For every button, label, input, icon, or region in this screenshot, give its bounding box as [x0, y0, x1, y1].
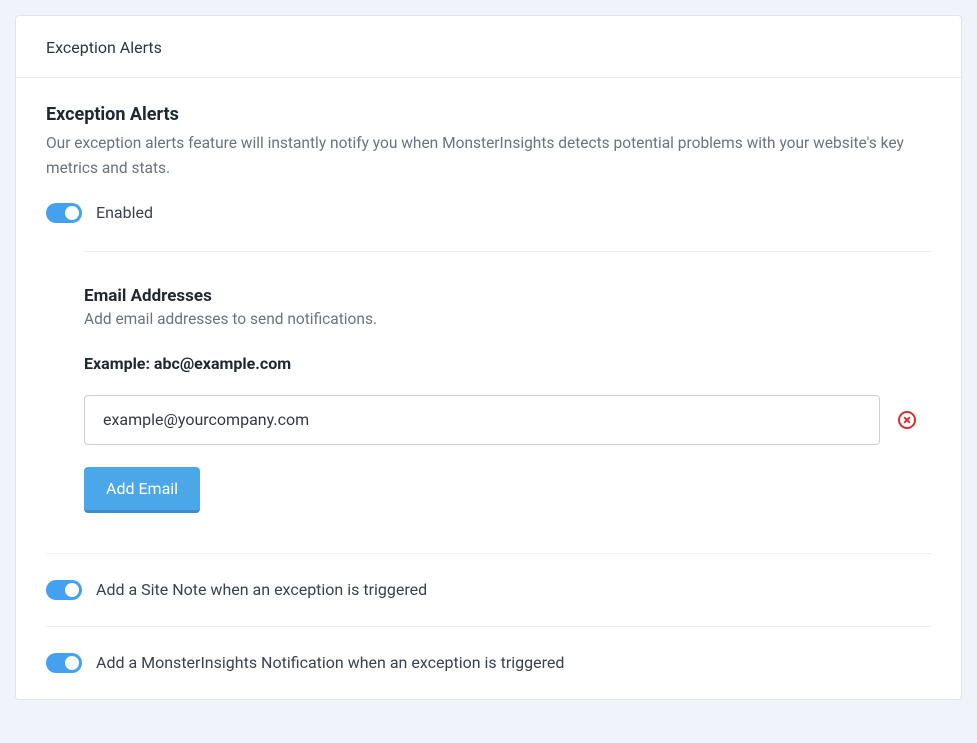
toggle-knob: [65, 583, 79, 597]
email-section-desc: Add email addresses to send notification…: [84, 310, 931, 328]
email-section-title: Email Addresses: [84, 286, 931, 306]
remove-email-button[interactable]: [898, 411, 916, 429]
enabled-toggle[interactable]: [46, 203, 82, 223]
section-title: Exception Alerts: [46, 104, 931, 125]
enabled-toggle-row: Enabled: [46, 203, 931, 223]
site-note-toggle-row: Add a Site Note when an exception is tri…: [46, 553, 931, 626]
add-email-button[interactable]: Add Email: [84, 467, 200, 513]
notification-toggle-row: Add a MonsterInsights Notification when …: [46, 626, 931, 699]
notification-toggle[interactable]: [46, 653, 82, 673]
enabled-label: Enabled: [96, 203, 153, 222]
site-note-label: Add a Site Note when an exception is tri…: [96, 580, 427, 599]
toggle-knob: [65, 656, 79, 670]
panel-body: Exception Alerts Our exception alerts fe…: [16, 78, 961, 699]
email-addresses-section: Email Addresses Add email addresses to s…: [84, 251, 931, 513]
notification-label: Add a MonsterInsights Notification when …: [96, 653, 564, 672]
email-input-row: [84, 395, 931, 445]
email-example-text: Example: abc@example.com: [84, 354, 931, 373]
email-input[interactable]: [84, 395, 880, 445]
exception-alerts-panel: Exception Alerts Exception Alerts Our ex…: [15, 15, 962, 700]
toggle-knob: [65, 206, 79, 220]
panel-header: Exception Alerts: [16, 16, 961, 78]
site-note-toggle[interactable]: [46, 580, 82, 600]
panel-header-title: Exception Alerts: [46, 38, 931, 57]
section-description: Our exception alerts feature will instan…: [46, 131, 931, 181]
